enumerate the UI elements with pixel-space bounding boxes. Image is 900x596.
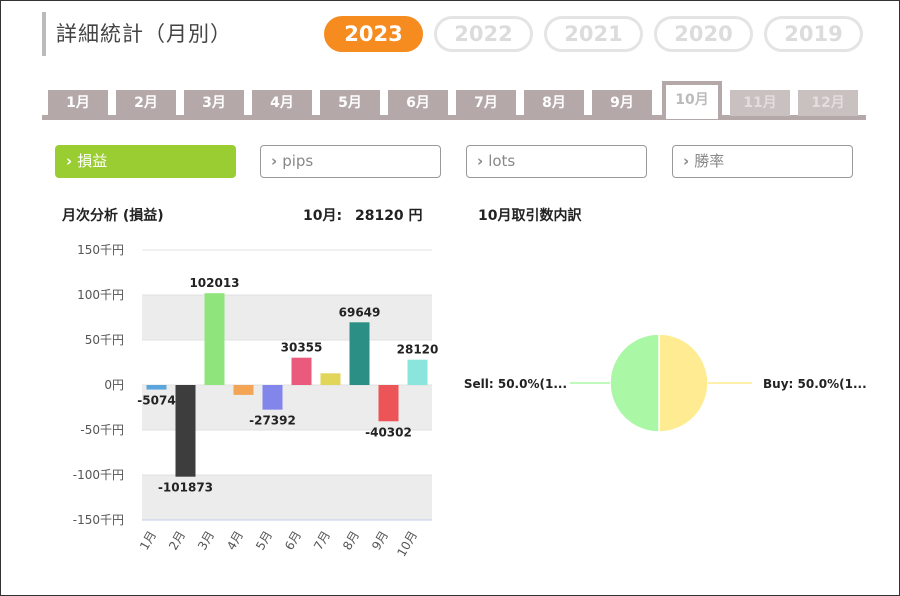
y-tick-label: 150千円 — [77, 243, 124, 257]
pie-label-sell: Sell: 50.0%(1... — [464, 377, 567, 391]
bar-9 — [378, 385, 399, 422]
x-tick-label: 6月 — [282, 529, 304, 553]
x-tick-label: 10月 — [394, 529, 420, 560]
bar-3 — [204, 293, 225, 385]
x-tick-label: 4月 — [224, 529, 246, 553]
bar-value-label: -27392 — [249, 414, 296, 428]
y-tick-label: 0円 — [104, 378, 124, 392]
bar-5 — [262, 385, 283, 410]
x-tick-label: 2月 — [166, 529, 188, 553]
bar-value-label: -5074 — [137, 394, 175, 408]
bar-7 — [320, 373, 341, 385]
x-tick-label: 5月 — [253, 529, 275, 553]
bar-value-label: 30355 — [281, 341, 323, 355]
charts-canvas: 150千円 100千円 50千円 0円 -50千円 -100千円 -150千円 -5074 1月… — [73, 243, 867, 560]
pie-slice-buy — [658, 333, 709, 433]
y-tick-label: -100千円 — [73, 468, 124, 482]
pie-label-buy: Buy: 50.0%(1... — [763, 377, 867, 391]
x-tick-label: 8月 — [340, 529, 362, 553]
y-tick-label: -150千円 — [73, 513, 124, 527]
bar-8 — [349, 322, 370, 385]
bar-2 — [175, 385, 196, 477]
bar-10 — [407, 359, 428, 385]
bar-value-label: 28120 — [397, 343, 439, 357]
bar-1 — [146, 385, 167, 390]
bar-6 — [291, 357, 312, 385]
bar-value-label: -101873 — [158, 481, 213, 495]
y-tick-label: 50千円 — [85, 333, 124, 347]
x-tick-label: 1月 — [137, 529, 159, 553]
bar-4 — [233, 385, 254, 395]
y-tick-label: 100千円 — [77, 288, 124, 302]
y-tick-label: -50千円 — [80, 423, 124, 437]
pie-slice-sell — [609, 333, 660, 433]
bar-value-label: 102013 — [189, 276, 239, 290]
x-tick-label: 3月 — [195, 529, 217, 553]
bar-value-label: -40302 — [365, 425, 412, 439]
grid-band — [142, 295, 432, 340]
bar-value-label: 69649 — [339, 305, 381, 319]
x-tick-label: 9月 — [369, 529, 391, 553]
x-tick-label: 7月 — [311, 529, 333, 553]
